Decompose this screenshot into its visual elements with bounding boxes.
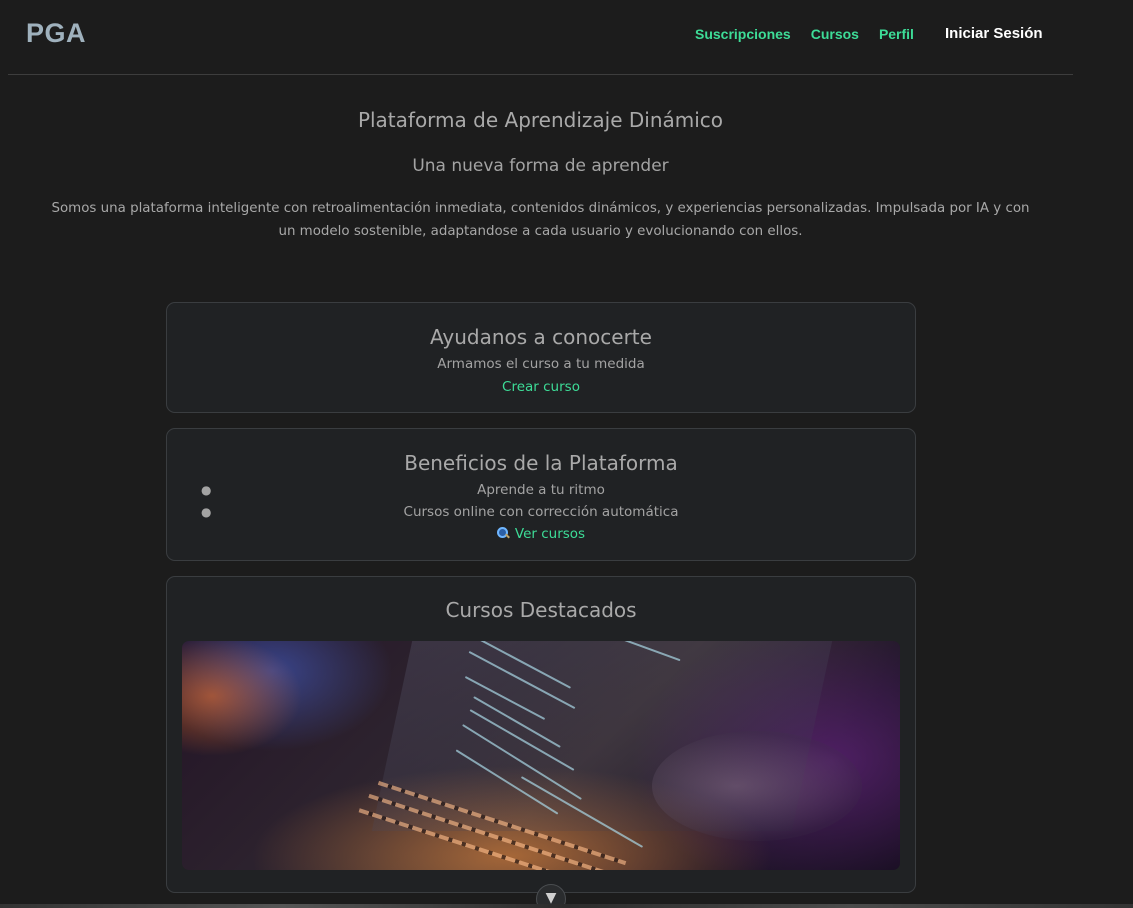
navbar: PGA Suscripciones Cursos Perfil Iniciar …: [8, 0, 1073, 75]
benefits-card-title: Beneficios de la Plataforma: [404, 451, 678, 475]
profile-card: Ayudanos a conocerte Armamos el curso a …: [166, 302, 916, 413]
nav-links: Suscripciones Cursos Perfil: [695, 26, 914, 42]
list-item: ● Cursos online con corrección automátic…: [167, 501, 915, 523]
bottom-edge: [0, 904, 1133, 908]
page-title: Plataforma de Aprendizaje Dinámico: [357, 108, 724, 132]
list-item: ● Aprende a tu ritmo: [167, 479, 915, 501]
benefit-text: Cursos online con corrección automática: [403, 504, 679, 520]
featured-course-image[interactable]: [182, 641, 900, 870]
bullet-icon: ●: [201, 483, 212, 497]
nav-link-cursos[interactable]: Cursos: [811, 26, 859, 42]
view-courses-label: Ver cursos: [514, 526, 586, 542]
view-courses-link[interactable]: Ver cursos: [167, 526, 915, 542]
intro-paragraph: Somos una plataforma inteligente con ret…: [51, 201, 1030, 239]
profile-card-text: Armamos el curso a tu medida: [437, 356, 645, 372]
benefit-text: Aprende a tu ritmo: [477, 482, 605, 498]
bullet-icon: ●: [201, 505, 212, 519]
benefits-list: ● Aprende a tu ritmo ● Cursos online con…: [167, 479, 915, 523]
page: PGA Suscripciones Cursos Perfil Iniciar …: [0, 0, 1133, 908]
login-button[interactable]: Iniciar Sesión: [945, 25, 1043, 42]
nav-link-perfil[interactable]: Perfil: [879, 26, 914, 42]
create-course-link[interactable]: Crear curso: [167, 379, 915, 395]
logo[interactable]: PGA: [26, 18, 86, 49]
featured-courses-title: Cursos Destacados: [445, 598, 637, 622]
featured-courses-card: Cursos Destacados: [166, 576, 916, 893]
page-subtitle: Una nueva forma de aprender: [412, 156, 669, 176]
nav-link-suscripciones[interactable]: Suscripciones: [695, 26, 791, 42]
benefits-card: Beneficios de la Plataforma ● Aprende a …: [166, 428, 916, 561]
search-icon: [496, 527, 510, 539]
profile-card-title: Ayudanos a conocerte: [430, 325, 652, 349]
hand-shape: [652, 731, 862, 841]
